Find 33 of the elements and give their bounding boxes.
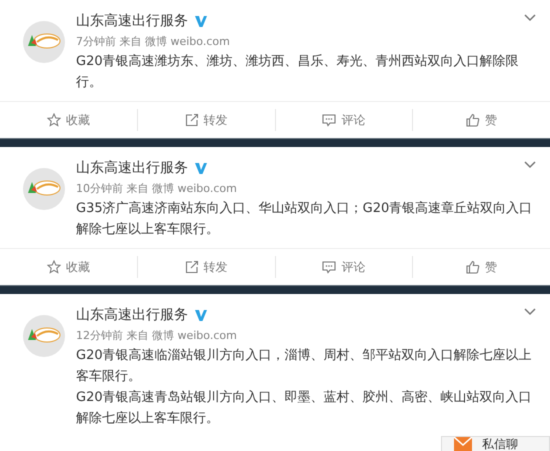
thumbs-up-icon — [466, 260, 480, 274]
share-icon — [184, 260, 199, 274]
star-button[interactable]: 收藏 — [46, 258, 90, 276]
avatar-logo-icon — [22, 167, 66, 211]
comment-button[interactable]: 评论 — [322, 258, 366, 276]
post-meta: 12分钟前 来自 微博 weibo.com — [76, 328, 238, 343]
post-text: G20青银高速临淄站银川方向入口，淄博、周村、邹平站双向入口解除七座以上客车限行。 — [76, 347, 533, 386]
comment-button[interactable]: 评论 — [322, 112, 366, 128]
star-icon — [46, 260, 61, 274]
share-button[interactable]: 转发 — [184, 258, 228, 276]
comment-icon — [322, 113, 336, 127]
chevron-down-icon[interactable] — [524, 308, 536, 316]
star-icon — [46, 113, 61, 127]
thumbs-up-icon — [466, 113, 480, 127]
share-button[interactable]: 转发 — [184, 112, 228, 128]
avatar-logo-icon — [22, 314, 66, 358]
post-meta: 10分钟前 来自 微博 weibo.com — [76, 181, 238, 196]
star-button[interactable]: 收藏 — [46, 112, 90, 128]
comment-icon — [322, 260, 336, 274]
post-text: G20青银高速青岛站银川方向入口、即墨、蓝村、胶州、高密、峡山站双向入口解除七座以上客车限行。 — [76, 389, 533, 428]
post-meta: 7分钟前 来自 微博 weibo.com — [76, 34, 231, 49]
author-name[interactable]: 山东高速出行服务 — [76, 306, 188, 324]
author-name[interactable]: 山东高速出行服务 — [76, 12, 188, 30]
author-name[interactable]: 山东高速出行服务 — [76, 159, 188, 177]
post-text: G20青银高速潍坊东、潍坊、潍坊西、昌乐、寿光、青州西站双向入口解除限行。 — [76, 53, 520, 92]
avatar-logo-icon — [22, 20, 66, 64]
chevron-down-icon[interactable] — [524, 161, 536, 169]
share-icon — [184, 113, 199, 127]
chat-popup-button[interactable]: 私信聊 — [441, 436, 550, 451]
like-button[interactable]: 赞 — [466, 258, 498, 276]
like-button[interactable]: 赞 — [466, 112, 498, 128]
post-text: G35济广高速济南站东向入口、华山站双向入口；G20青银高速章丘站双向入口解除七座以上客车限行。 — [76, 200, 534, 239]
chevron-down-icon[interactable] — [524, 14, 536, 22]
